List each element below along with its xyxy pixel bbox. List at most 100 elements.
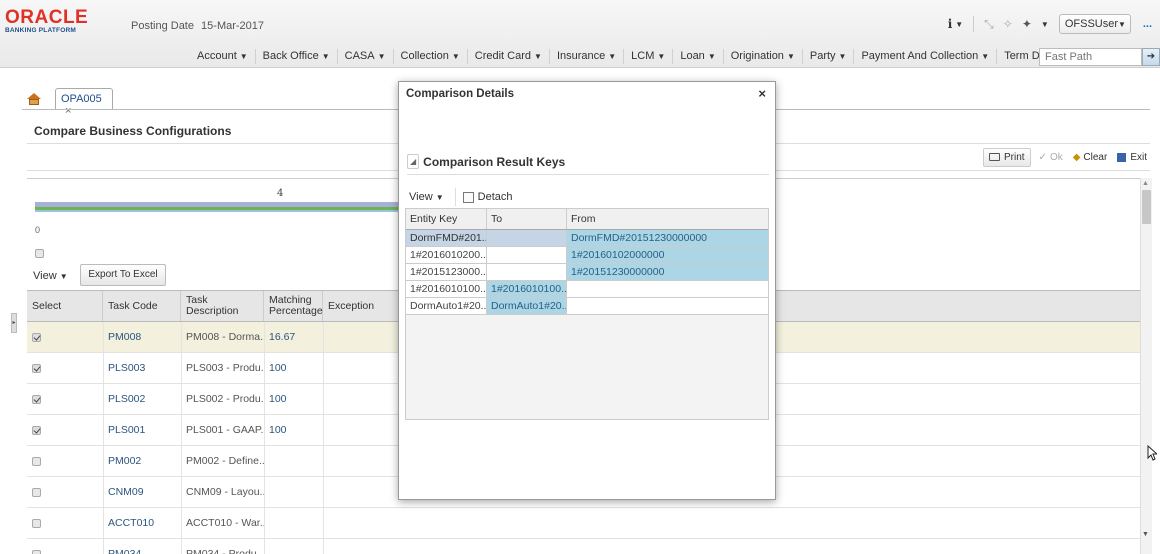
menu-party[interactable]: Party ▼ [803, 48, 855, 64]
row-checkbox[interactable] [32, 487, 41, 497]
logo-subtitle: BANKING PLATFORM [5, 27, 76, 34]
progress-zero-label: 0 [35, 225, 41, 235]
collapse-triangle-icon[interactable]: ◢ [407, 154, 420, 169]
fast-path-go-button[interactable]: ➔ [1142, 48, 1160, 66]
column-header-task-description[interactable]: Task Description [181, 291, 264, 321]
vertical-scrollbar[interactable]: ▲ ▼ [1140, 178, 1152, 554]
menu-casa[interactable]: CASA ▼ [338, 48, 394, 64]
column-header-entity-key[interactable]: Entity Key [406, 209, 487, 229]
export-to-excel-button[interactable]: Export To Excel [80, 264, 166, 286]
row-select-cell [27, 415, 103, 445]
row-checkbox[interactable] [32, 394, 41, 404]
exception-cell [323, 446, 398, 476]
task-description-cell: PLS001 - GAAP... [186, 424, 264, 436]
row-checkbox[interactable] [32, 456, 41, 466]
menu-payment-and-collection[interactable]: Payment And Collection ▼ [854, 48, 998, 64]
view-menu-button[interactable]: View ▼ [33, 270, 68, 282]
column-separator [264, 508, 265, 538]
menu-insurance[interactable]: Insurance ▼ [550, 48, 625, 64]
print-button[interactable]: Print [982, 147, 1031, 167]
menu-origination[interactable]: Origination ▼ [724, 48, 803, 64]
home-icon[interactable] [27, 93, 41, 105]
entity-key-cell: 1#2016010100... [406, 281, 487, 298]
top-header: ORACLE BANKING PLATFORM Posting Date 15-… [0, 0, 1160, 68]
dialog-view-menu-button[interactable]: View ▼ [407, 191, 444, 203]
dialog-table-toolbar: View ▼ Detach [407, 185, 513, 209]
close-icon[interactable]: × [758, 86, 766, 101]
column-separator [323, 539, 324, 554]
select-all-checkbox[interactable] [35, 249, 44, 258]
entity-key-cell: 1#2015123000... [406, 264, 487, 281]
menu-loan[interactable]: Loan ▼ [673, 48, 724, 64]
exit-button[interactable]: Exit [1117, 152, 1147, 163]
column-header-select[interactable]: Select [27, 291, 103, 321]
fast-path-input[interactable] [1039, 48, 1142, 66]
scroll-up-icon[interactable]: ▲ [1142, 180, 1149, 187]
comparison-result-keys-section[interactable]: ◢ Comparison Result Keys [407, 149, 769, 175]
column-header-to[interactable]: To [487, 209, 567, 229]
detach-button[interactable]: Detach [462, 191, 513, 203]
collapse-icon[interactable]: ⤡ [984, 17, 994, 32]
menu-credit-card[interactable]: Credit Card ▼ [468, 48, 550, 64]
tab-opa005[interactable]: OPA005 × [55, 88, 113, 117]
from-cell [567, 281, 768, 298]
row-select-cell [27, 384, 103, 414]
table-row[interactable]: DormFMD#201... DormFMD#20151230000000 [406, 230, 768, 247]
posting-date-label: Posting Date [131, 20, 194, 32]
table-row[interactable]: DormAuto1#20... DormAuto1#20... [406, 298, 768, 315]
column-separator [103, 322, 104, 352]
column-header-task-code[interactable]: Task Code [103, 291, 181, 321]
column-separator [103, 477, 104, 507]
column-separator [264, 539, 265, 554]
row-checkbox[interactable] [32, 549, 41, 554]
from-cell: 1#20151230000000 [567, 264, 768, 281]
close-tab-icon[interactable]: × [65, 105, 71, 117]
divider [454, 188, 456, 206]
bookmark-icon[interactable]: ✦ [1022, 17, 1032, 31]
menu-back-office[interactable]: Back Office ▼ [256, 48, 338, 64]
ok-button[interactable]: ✓ Ok [1039, 152, 1063, 163]
favorites-icon[interactable]: ✧ [1003, 17, 1013, 31]
more-menu-button[interactable]: ... [1143, 18, 1152, 30]
exception-cell [323, 384, 398, 414]
matching-percentage-cell [264, 446, 323, 476]
main-menu: Account ▼ Back Office ▼ CASA ▼ Collection ▼ … [190, 45, 1087, 67]
clear-button[interactable]: ◆ Clear [1073, 152, 1108, 163]
menu-account[interactable]: Account ▼ [190, 48, 256, 64]
row-checkbox[interactable] [32, 425, 41, 435]
column-separator [323, 415, 324, 445]
table-row[interactable]: ACCT010 ACCT010 - War... [27, 508, 1150, 539]
column-separator [323, 477, 324, 507]
row-checkbox[interactable] [32, 332, 41, 342]
scroll-thumb[interactable] [1142, 190, 1151, 224]
exception-cell [323, 477, 398, 507]
row-checkbox[interactable] [32, 518, 41, 528]
table-row[interactable]: 1#2015123000... 1#20151230000000 [406, 264, 768, 281]
side-panel-toggle[interactable]: ▸ [11, 313, 17, 333]
table-row[interactable]: 1#2016010100... 1#2016010100... [406, 281, 768, 298]
section-title: Comparison Result Keys [423, 154, 566, 169]
task-code-cell: PM002 [108, 455, 142, 467]
table-row[interactable]: 1#2016010200... 1#20160102000000 [406, 247, 768, 264]
oracle-logo: ORACLE BANKING PLATFORM [5, 8, 88, 34]
column-header-from[interactable]: From [567, 209, 768, 229]
table-row[interactable]: PM034 PM034 - Produ... [27, 539, 1150, 554]
row-checkbox[interactable] [32, 363, 41, 373]
task-code-cell: CNM09 [108, 486, 144, 498]
column-header-matching-percentage[interactable]: Matching Percentage [264, 291, 323, 321]
row-select-cell [27, 508, 103, 538]
scroll-down-icon[interactable]: ▼ [1142, 531, 1149, 538]
column-separator [181, 415, 182, 445]
menu-collection[interactable]: Collection ▼ [394, 48, 468, 64]
row-select-cell [27, 539, 103, 554]
info-dropdown-chevron-icon[interactable]: ▼ [955, 20, 963, 29]
task-code-cell: ACCT010 [108, 517, 155, 529]
bookmark-chevron-icon[interactable]: ▼ [1041, 20, 1049, 29]
detach-icon [462, 191, 474, 203]
column-header-exception[interactable]: Exception [323, 291, 398, 321]
divider [973, 16, 975, 32]
entity-key-cell: DormFMD#201... [406, 230, 487, 247]
info-icon[interactable]: i [948, 17, 953, 31]
menu-lcm[interactable]: LCM ▼ [624, 48, 674, 64]
user-menu-button[interactable]: OFSSUser ▼ [1058, 14, 1131, 34]
